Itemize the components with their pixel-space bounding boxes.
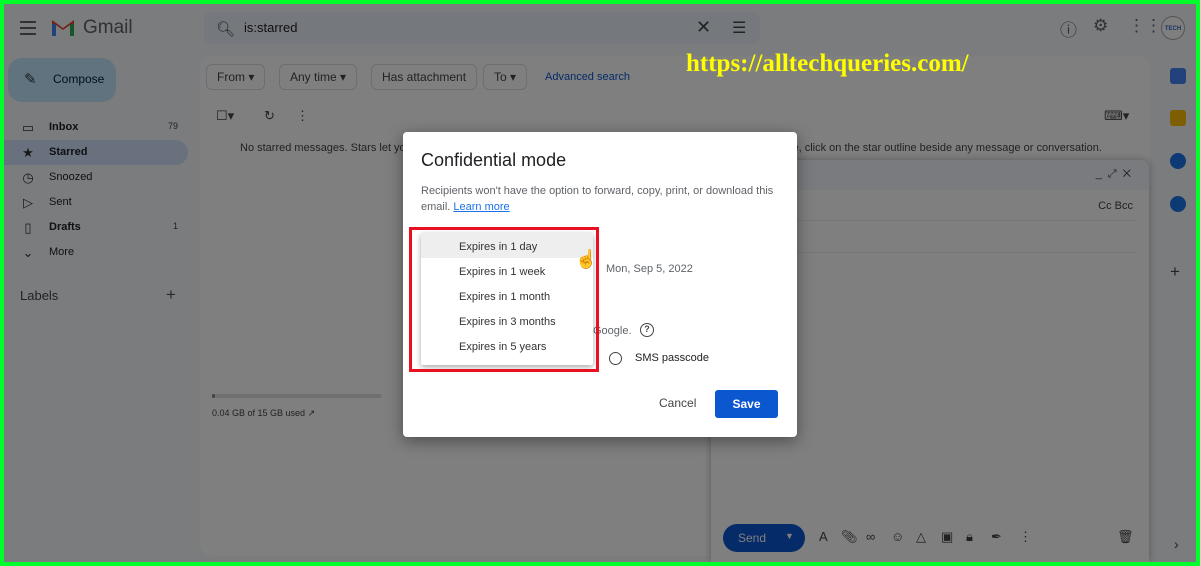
cancel-button[interactable]: Cancel <box>653 390 702 416</box>
hand-cursor-icon: ☝ <box>575 249 598 269</box>
sms-passcode-label: SMS passcode <box>635 352 709 364</box>
watermark: https://alltechqueries.com/ <box>686 50 969 77</box>
help-icon[interactable]: ? <box>640 323 654 337</box>
dialog-description: Recipients won't have the option to forw… <box>421 185 774 213</box>
learn-more-link[interactable]: Learn more <box>453 201 509 213</box>
highlight-box <box>409 227 599 372</box>
save-button[interactable]: Save <box>715 390 778 418</box>
sms-passcode-radio[interactable] <box>609 352 622 365</box>
expiry-date: Mon, Sep 5, 2022 <box>606 263 693 275</box>
dialog-title: Confidential mode <box>421 150 567 170</box>
